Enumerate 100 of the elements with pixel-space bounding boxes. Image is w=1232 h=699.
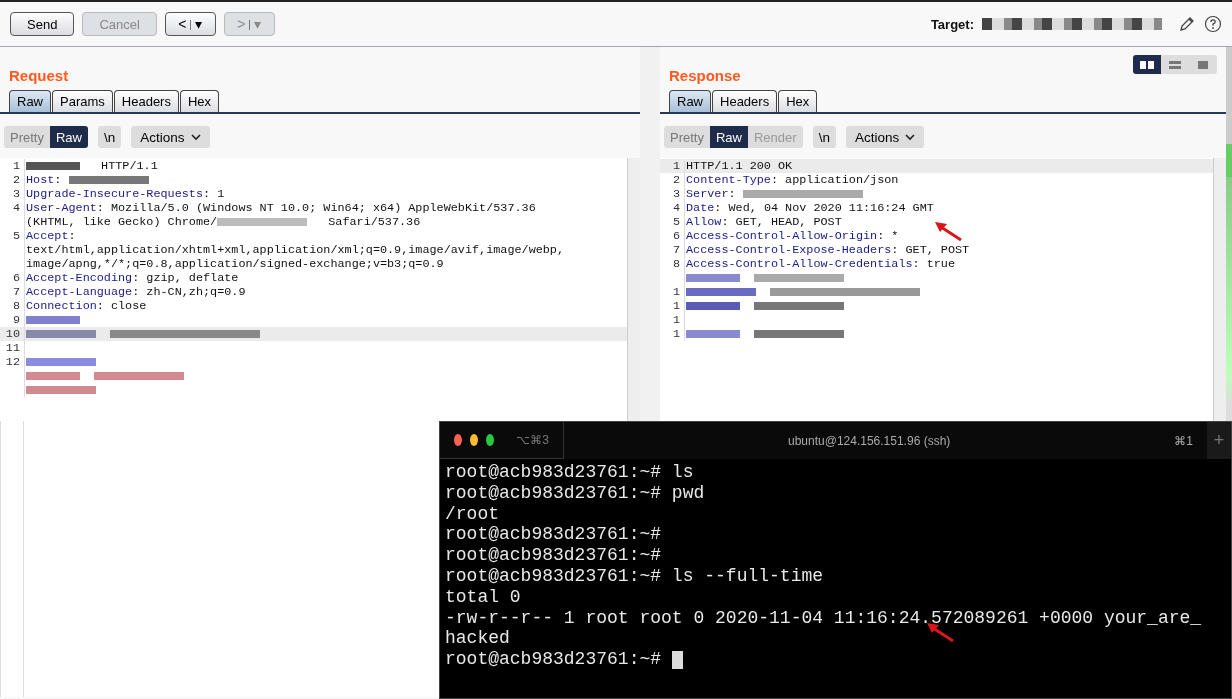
pane-title: Request: [9, 66, 69, 84]
line-number: 4: [12, 201, 20, 215]
chevron-down-icon: [190, 133, 201, 141]
code-text: :: [68, 229, 76, 243]
terminal-line: root@acb983d23761:~#: [445, 524, 662, 546]
columns-icon: [1139, 59, 1155, 70]
code-text: :: [728, 187, 737, 201]
line-number: 1: [672, 299, 680, 313]
line-number: 6: [12, 271, 20, 285]
target-label: Target:: [930, 16, 974, 32]
line-number: 5: [12, 229, 20, 243]
code-text: Safari/537.36: [327, 215, 421, 229]
header-name: Server: [686, 187, 729, 201]
new-tab-button[interactable]: +: [1207, 422, 1231, 459]
line-number: 8: [672, 257, 680, 271]
header-name: Accept: [26, 229, 69, 243]
help-icon[interactable]: [1204, 15, 1222, 33]
code-editor[interactable]: [660, 158, 1226, 421]
view-mode-button[interactable]: Raw: [709, 126, 748, 148]
line-number: 12: [5, 355, 20, 369]
close-icon[interactable]: [454, 434, 463, 446]
terminal-line: total 0: [445, 586, 521, 608]
terminal-line: root@acb983d23761:~# pwd: [445, 482, 705, 504]
line-number: 1: [672, 285, 680, 299]
newline-toggle[interactable]: \n: [98, 126, 122, 148]
rows-icon: [1167, 59, 1183, 70]
tab[interactable]: Raw: [9, 90, 51, 112]
code-text: : true: [912, 257, 956, 271]
window-shortcut: ⌘1: [1174, 433, 1193, 448]
line-number: 5: [672, 215, 680, 229]
tab-shortcut: ⌥⌘3: [516, 433, 549, 447]
terminal-line: hacked: [445, 628, 510, 650]
header-name: Upgrade-Insecure-Requests: [26, 187, 203, 201]
line-number: 11: [5, 341, 20, 355]
history-nav-button[interactable]: < ▾: [164, 12, 216, 36]
code-text: HTTP/1.1 200 OK: [686, 159, 793, 173]
tab[interactable]: Headers: [712, 90, 778, 112]
line-number: 7: [672, 243, 680, 257]
header-name: Accept-Language: [26, 285, 133, 299]
terminal-line: -rw-r--r-- 1 root root 0 2020-11-04 11:16:24.572089261 +0000 your_are_: [445, 607, 1202, 629]
code-text: : *: [877, 229, 899, 243]
scrollbar[interactable]: [1213, 158, 1226, 421]
code-text: :: [54, 173, 63, 187]
header-name: Access-Control-Allow-Credentials: [686, 257, 913, 271]
layout-toggle[interactable]: [1161, 55, 1189, 74]
header-name: Date: [686, 201, 715, 215]
terminal-line: root@acb983d23761:~# ls --full-time: [445, 566, 824, 587]
terminal-line: /root: [445, 503, 499, 525]
maximize-icon[interactable]: [486, 434, 495, 446]
code-text: : Wed, 04 Nov 2020 11:16:24 GMT: [714, 201, 934, 215]
header-name: Access-Control-Expose-Headers: [686, 243, 892, 257]
line-number: 1: [12, 159, 20, 173]
line-number: 2: [672, 173, 680, 187]
line-number: 9: [12, 313, 20, 327]
header-name: Access-Control-Allow-Origin: [686, 229, 878, 243]
line-number: 3: [672, 187, 680, 201]
line-number: 1: [672, 313, 680, 327]
code-text: : close: [96, 299, 147, 313]
line-number: 2: [12, 173, 20, 187]
actions-dropdown[interactable]: Actions: [131, 126, 210, 148]
terminal-line: root@acb983d23761:~# ls: [445, 462, 694, 483]
send-button[interactable]: Send: [10, 12, 75, 36]
newline-toggle[interactable]: \n: [812, 126, 836, 148]
layout-toggle[interactable]: [1189, 55, 1217, 74]
pencil-icon[interactable]: [1178, 15, 1196, 33]
line-number: 1: [672, 159, 680, 173]
code-text: : 1: [203, 187, 225, 201]
view-mode-button[interactable]: Raw: [49, 126, 88, 148]
tab[interactable]: Hex: [778, 90, 818, 112]
code-text: : Mozilla/5.0 (Windows NT 10.0; Win64; x64) AppleWebKit/537.36: [96, 201, 536, 215]
pane-title: Response: [669, 66, 741, 84]
line-number: 7: [12, 285, 20, 299]
code-text: : zh-CN,zh;q=0.9: [132, 285, 246, 299]
code-text: text/html,application/xhtml+xml,application/xml;q=0.9,image/avif,image/webp,: [26, 243, 565, 257]
tab[interactable]: Params: [52, 90, 113, 112]
code-text: : gzip, deflate: [132, 271, 239, 285]
header-name: Host: [26, 173, 55, 187]
chevron-down-icon: [905, 133, 916, 141]
terminal-line: root@acb983d23761:~#: [445, 545, 662, 566]
arrow-annotation: [925, 621, 955, 643]
tab[interactable]: Headers: [113, 90, 179, 112]
line-number: 1: [672, 327, 680, 341]
tab[interactable]: Raw: [669, 90, 711, 112]
header-name: User-Agent: [26, 201, 97, 215]
header-name: Allow: [686, 215, 722, 229]
scrollbar[interactable]: [627, 158, 640, 421]
header-name: Accept-Encoding: [26, 271, 133, 285]
code-text: : GET, HEAD, POST: [721, 215, 842, 229]
tab[interactable]: Hex: [179, 90, 220, 112]
minimize-icon[interactable]: [470, 434, 479, 446]
header-name: Connection: [26, 299, 97, 313]
arrow-annotation: [933, 220, 963, 242]
line-number: 10: [5, 327, 20, 341]
line-number: 6: [672, 229, 680, 243]
layout-toggle[interactable]: [1133, 55, 1161, 74]
terminal-title: ubuntu@124.156.151.96 (ssh): [787, 433, 952, 448]
line-number: 4: [672, 201, 680, 215]
actions-dropdown[interactable]: Actions: [845, 126, 925, 148]
line-number: 8: [12, 299, 20, 313]
code-text: (KHTML, like Gecko) Chrome/: [26, 215, 218, 229]
